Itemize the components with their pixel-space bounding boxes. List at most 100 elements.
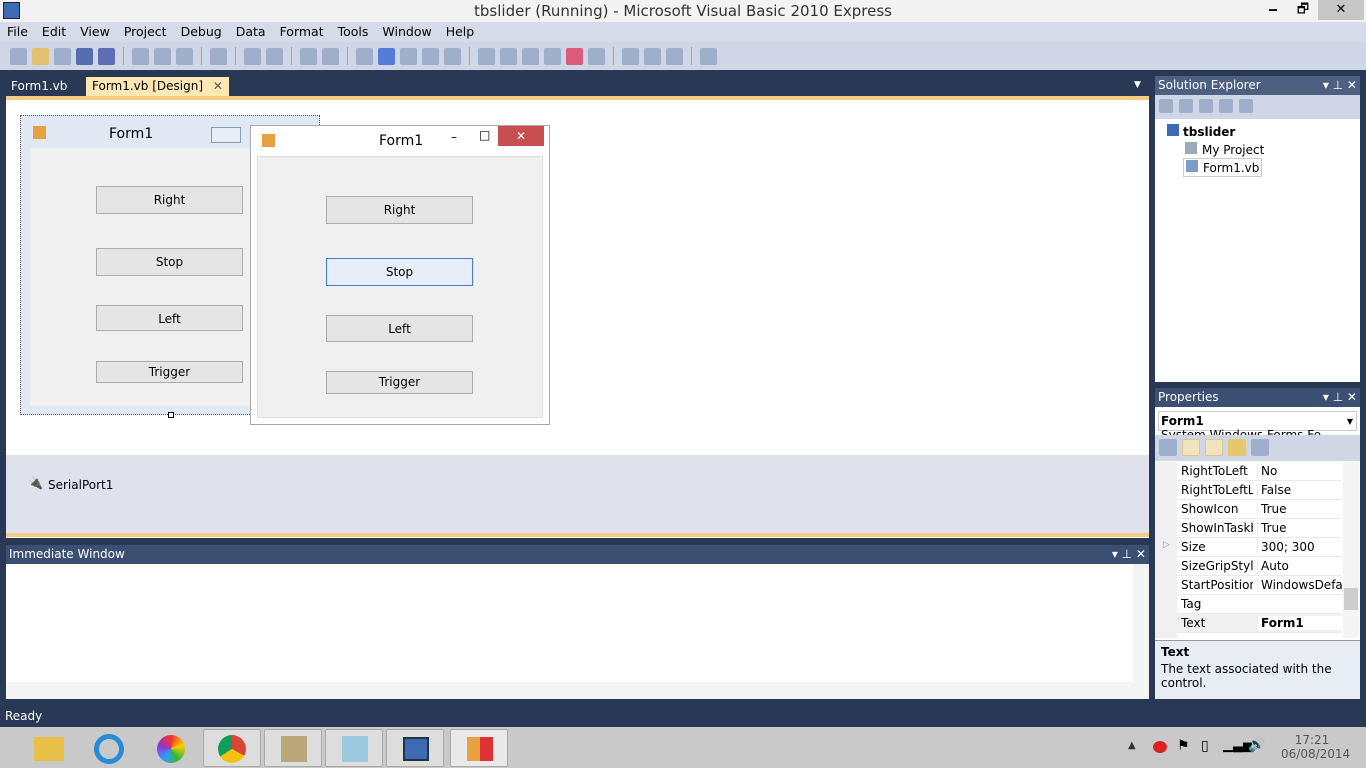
- file-explorer-icon[interactable]: [20, 729, 78, 767]
- bookmark-icon[interactable]: [644, 47, 661, 65]
- tab-form1-code[interactable]: Form1.vb: [5, 77, 73, 96]
- left-button[interactable]: Left: [326, 315, 473, 342]
- trigger-button[interactable]: Trigger: [326, 371, 473, 394]
- redo-icon[interactable]: [322, 47, 339, 65]
- task-list-icon[interactable]: [666, 47, 683, 65]
- property-row[interactable]: StartPositionWindowsDefaultLocation: [1177, 576, 1343, 595]
- paste-icon[interactable]: [176, 47, 193, 65]
- running-close-button[interactable]: ✕: [498, 126, 544, 146]
- volume-icon[interactable]: 🔊: [1248, 737, 1265, 753]
- property-row[interactable]: ShowIcon True: [1177, 500, 1342, 519]
- property-row[interactable]: RightToLeftLayoutFalse: [1177, 481, 1342, 500]
- menu-project[interactable]: Project: [117, 22, 174, 42]
- stop-debug-icon[interactable]: [378, 47, 395, 65]
- cut-icon[interactable]: [132, 47, 149, 65]
- open-file-icon[interactable]: [32, 47, 49, 65]
- events-icon[interactable]: [1228, 439, 1246, 456]
- running-minimize-button[interactable]: –: [451, 130, 457, 144]
- tab-form1-design[interactable]: Form1.vb [Design] ✕: [86, 77, 229, 96]
- action-center-flag-icon[interactable]: ⚑: [1177, 738, 1190, 754]
- step-out-icon[interactable]: [444, 47, 461, 65]
- categorized-icon[interactable]: [1159, 439, 1177, 456]
- stop-button[interactable]: Stop: [326, 258, 473, 286]
- immediate-input[interactable]: [6, 564, 1149, 680]
- minimize-button[interactable]: 🗕: [1258, 0, 1288, 20]
- tray-app-icon[interactable]: [1153, 741, 1167, 753]
- designer-trigger-button[interactable]: Trigger: [96, 361, 243, 383]
- vertical-scrollbar[interactable]: [1133, 564, 1149, 699]
- chrome-icon[interactable]: [203, 729, 261, 767]
- menu-edit[interactable]: Edit: [35, 22, 73, 42]
- show-all-files-icon[interactable]: [1179, 99, 1193, 113]
- close-tab-icon[interactable]: ✕: [213, 79, 223, 93]
- resize-handle[interactable]: [168, 412, 174, 418]
- menu-format[interactable]: Format: [273, 22, 331, 42]
- navigate-icon[interactable]: [622, 47, 639, 65]
- error-list-icon[interactable]: [566, 47, 583, 65]
- property-pages-icon[interactable]: [1251, 439, 1269, 456]
- undo-icon[interactable]: [300, 47, 317, 65]
- properties-icon[interactable]: [1159, 99, 1173, 113]
- power-icon[interactable]: ▯: [1201, 738, 1209, 754]
- menu-file[interactable]: File: [0, 22, 35, 42]
- toolbox-tools-icon[interactable]: [522, 47, 539, 65]
- menu-data[interactable]: Data: [229, 22, 273, 42]
- step-into-icon[interactable]: [400, 47, 417, 65]
- picasa-icon[interactable]: [142, 729, 200, 767]
- properties-view-icon[interactable]: [1205, 439, 1223, 456]
- menu-view[interactable]: View: [73, 22, 117, 42]
- add-item-icon[interactable]: [54, 47, 71, 65]
- start-debug-icon[interactable]: [356, 47, 373, 65]
- designer-left-button[interactable]: Left: [96, 305, 243, 331]
- solution-explorer-icon[interactable]: [478, 47, 495, 65]
- designer-stop-button[interactable]: Stop: [96, 248, 243, 276]
- tree-item-form1[interactable]: Form1.vb: [1183, 158, 1263, 177]
- save-all-icon[interactable]: [98, 47, 115, 65]
- notepad-icon[interactable]: [325, 729, 383, 767]
- object-selector[interactable]: Form1 System.Windows.Forms.Fo▼: [1158, 411, 1357, 442]
- running-form-taskbar-icon[interactable]: [450, 729, 508, 767]
- horizontal-scrollbar[interactable]: [6, 682, 1133, 699]
- new-project-icon[interactable]: [10, 47, 27, 65]
- panel-controls-icon[interactable]: ▾ ⊥ ✕: [1323, 390, 1357, 404]
- uncomment-icon[interactable]: [266, 47, 283, 65]
- panel-controls-icon[interactable]: ▾ ⊥ ✕: [1323, 78, 1357, 92]
- right-button[interactable]: Right: [326, 196, 473, 224]
- save-icon[interactable]: [76, 47, 93, 65]
- panel-controls-icon[interactable]: ▾ ⊥ ✕: [1112, 547, 1146, 561]
- menu-debug[interactable]: Debug: [174, 22, 229, 42]
- immediate-window-icon[interactable]: [588, 47, 605, 65]
- alphabetical-icon[interactable]: [1182, 439, 1200, 456]
- visual-basic-icon[interactable]: [386, 729, 444, 767]
- tab-dropdown-icon[interactable]: ▼: [1134, 80, 1141, 90]
- properties-icon[interactable]: [500, 47, 517, 65]
- internet-explorer-icon[interactable]: [80, 729, 138, 767]
- clock[interactable]: 17:21 06/08/2014: [1281, 733, 1350, 761]
- tree-item-my-project[interactable]: My Project: [1185, 142, 1264, 157]
- property-row[interactable]: RightToLeft No: [1177, 462, 1342, 481]
- refresh-icon[interactable]: [1199, 99, 1213, 113]
- scrollbar-thumb[interactable]: [1344, 588, 1358, 610]
- copy-icon[interactable]: [154, 47, 171, 65]
- add-remove-buttons-icon[interactable]: [700, 47, 717, 65]
- designer-right-button[interactable]: Right: [96, 186, 243, 214]
- menu-help[interactable]: Help: [439, 22, 482, 42]
- maximize-button[interactable]: 🗗: [1288, 0, 1318, 20]
- property-row[interactable]: Tag: [1177, 595, 1342, 614]
- menu-tools[interactable]: Tools: [331, 22, 376, 42]
- tree-project-tbslider[interactable]: tbslider: [1167, 124, 1235, 139]
- expand-icon[interactable]: ▷: [1163, 540, 1170, 550]
- view-designer-icon[interactable]: [1239, 99, 1253, 113]
- property-row-selected[interactable]: Text Form1: [1177, 614, 1343, 633]
- property-row[interactable]: SizeGripStyle Auto: [1177, 557, 1342, 576]
- find-icon[interactable]: [210, 47, 227, 65]
- menu-window[interactable]: Window: [375, 22, 438, 42]
- properties-scrollbar[interactable]: [1343, 462, 1359, 638]
- view-code-icon[interactable]: [1219, 99, 1233, 113]
- step-over-icon[interactable]: [422, 47, 439, 65]
- close-button[interactable]: ✕: [1318, 0, 1364, 20]
- property-row[interactable]: ▷ Size 300; 300: [1163, 538, 1342, 557]
- object-browser-icon[interactable]: [544, 47, 561, 65]
- show-hidden-icons[interactable]: ▲: [1128, 740, 1136, 751]
- app-icon[interactable]: [264, 729, 322, 767]
